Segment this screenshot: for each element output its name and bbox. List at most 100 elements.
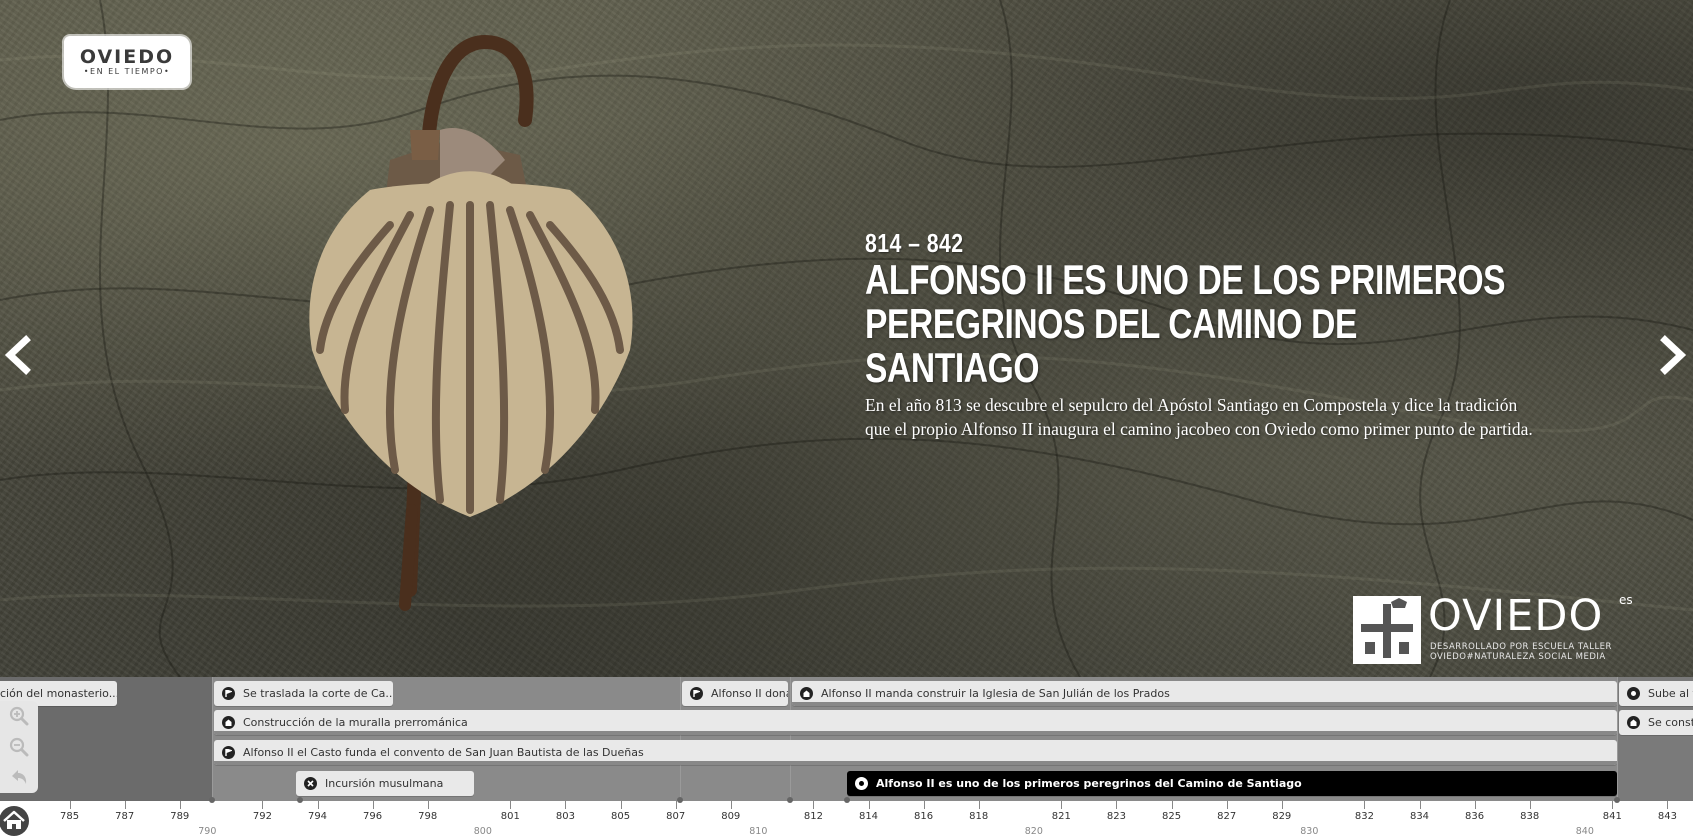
axis-year-label: 789 (170, 811, 190, 822)
axis-year-label: 823 (1106, 811, 1126, 822)
event-duration-bar (214, 731, 1617, 735)
axis-year-label: 843 (1657, 811, 1677, 822)
timeline-event[interactable]: Sube al t (1619, 681, 1693, 706)
oviedo-emblem-icon (1353, 596, 1421, 664)
axis-tick (427, 801, 429, 809)
axis-tick (1281, 801, 1283, 809)
axis-decade-label: 810 (749, 826, 768, 837)
event-marker-dot (297, 797, 303, 803)
axis-tick (262, 801, 264, 809)
x-icon (304, 777, 317, 790)
timeline-event-label: Se constr (1648, 716, 1693, 729)
axis-tick (923, 801, 925, 809)
axis-year-label: 812 (803, 811, 823, 822)
building-icon (222, 716, 235, 729)
axis-year-label: 794 (307, 811, 328, 822)
axis-year-label: 832 (1354, 811, 1374, 822)
timeline-event[interactable]: Construcción de la muralla prerrománica (214, 710, 1617, 735)
timeline-event[interactable]: Alfonso II dona (682, 681, 788, 706)
timeline-event[interactable]: Alfonso II el Casto funda el convento de… (214, 740, 1617, 765)
axis-tick (317, 801, 319, 809)
flag-icon (690, 687, 703, 700)
axis-year-label: 796 (363, 811, 383, 822)
axis-year-label: 825 (1162, 811, 1182, 822)
timeline-time-axis: 785 787 789 792 794 796 798 801 803 805 807 809 812 8… (0, 797, 1693, 837)
pilgrim-icon (855, 777, 868, 790)
axis-year-label: 792 (252, 811, 272, 822)
axis-tick (868, 801, 870, 809)
flag-icon (222, 746, 235, 759)
zoom-in-icon (9, 707, 29, 726)
axis-tick (69, 801, 71, 809)
timeline-event-label: Alfonso II manda construir la Iglesia de… (821, 687, 1170, 700)
building-icon (1627, 716, 1640, 729)
oviedo-tld: es (1619, 593, 1633, 607)
slide-title-line-1: ALFONSO II ES UNO DE LOS PRIMEROS (865, 256, 1506, 303)
zoom-out-button[interactable] (8, 736, 30, 758)
zoom-in-button[interactable] (8, 705, 30, 727)
axis-year-label: 787 (115, 811, 135, 822)
event-marker-dot (677, 797, 683, 803)
event-duration-bar (214, 761, 1617, 765)
timeline-event-label: Construcción de la muralla prerrománica (243, 716, 468, 729)
timeline-event[interactable]: Se constr (1619, 710, 1693, 735)
next-slide-button[interactable] (1655, 335, 1689, 375)
axis-decade-label: 820 (1024, 826, 1043, 837)
axis-decade-label: 830 (1300, 826, 1319, 837)
footer-logo-credit-1: DESARROLLADO POR ESCUELA TALLER (1430, 642, 1612, 652)
axis-tick (179, 801, 181, 809)
axis-year-label: 801 (500, 811, 520, 822)
axis-decade-label: 800 (473, 826, 492, 837)
timeline-zoom-controls (0, 701, 38, 793)
axis-year-label: 829 (1272, 811, 1292, 822)
building-icon (800, 687, 813, 700)
axis-tick (565, 801, 567, 809)
axis-year-label: 785 (60, 811, 80, 822)
oviedo-wordmark: OVIEDO (1428, 591, 1604, 641)
era-separator (790, 677, 791, 801)
back-arrow-icon (12, 769, 27, 784)
timeline-event-label: ción del monasterio... (0, 687, 117, 700)
era-separator (1617, 677, 1618, 801)
slide-title-line-2: PEREGRINOS DEL CAMINO DE SANTIAGO (865, 300, 1357, 391)
event-duration-bar (792, 702, 1617, 706)
timeline-event[interactable]: Alfonso II manda construir la Iglesia de… (792, 681, 1617, 706)
chevron-left-icon (4, 335, 31, 375)
timeline-event[interactable]: Incursión musulmana (296, 771, 474, 796)
footer-logo-credit-2: OVIEDO#NATURALEZA SOCIAL MEDIA (1430, 652, 1606, 662)
zoom-out-icon (9, 737, 29, 757)
timeline-event-label: Sube al t (1648, 687, 1693, 700)
axis-tick (1529, 801, 1531, 809)
oviedo-es-footer-logo[interactable]: OVIEDO es DESARROLLADO POR ESCUELA TALLE… (1353, 592, 1653, 666)
axis-year-label: 818 (969, 811, 989, 822)
axis-tick (1226, 801, 1228, 809)
axis-tick (372, 801, 374, 809)
timeline-event[interactable]: Se traslada la corte de Ca... (214, 681, 393, 706)
axis-tick (1667, 801, 1669, 809)
slide-description: En el año 813 se descubre el sepulcro de… (865, 395, 1533, 439)
event-marker-dot (844, 797, 850, 803)
axis-tick (1364, 801, 1366, 809)
axis-tick (124, 801, 126, 809)
previous-slide-button[interactable] (2, 335, 36, 375)
axis-tick (510, 801, 512, 809)
axis-year-label: 814 (858, 811, 879, 822)
back-to-start-button[interactable] (8, 767, 30, 789)
timeline-event-active[interactable]: Alfonso II es uno de los primeros peregr… (847, 771, 1617, 796)
axis-decade-label: 790 (198, 826, 217, 837)
timeline-event-label: Alfonso II dona (711, 687, 788, 700)
oviedo-en-el-tiempo-logo[interactable]: OVIEDO •EN EL TIEMPO• (64, 36, 190, 88)
axis-tick (730, 801, 732, 809)
timeline[interactable]: ción del monasterio... Se traslada la co… (0, 677, 1693, 837)
timeline-home-button[interactable] (0, 801, 32, 837)
axis-year-label: 834 (1409, 811, 1430, 822)
axis-tick (1061, 801, 1063, 809)
timeline-event-label: Se traslada la corte de Ca... (243, 687, 393, 700)
axis-year-label: 841 (1602, 811, 1622, 822)
scallop-shell-staff-illustration (309, 34, 633, 611)
axis-year-label: 838 (1520, 811, 1540, 822)
logo-subtitle: •EN EL TIEMPO• (83, 67, 171, 76)
axis-tick (1116, 801, 1118, 809)
slide-text-block: 814 – 842 ALFONSO II ES UNO DE LOS PRIME… (865, 228, 1565, 441)
axis-tick (978, 801, 980, 809)
